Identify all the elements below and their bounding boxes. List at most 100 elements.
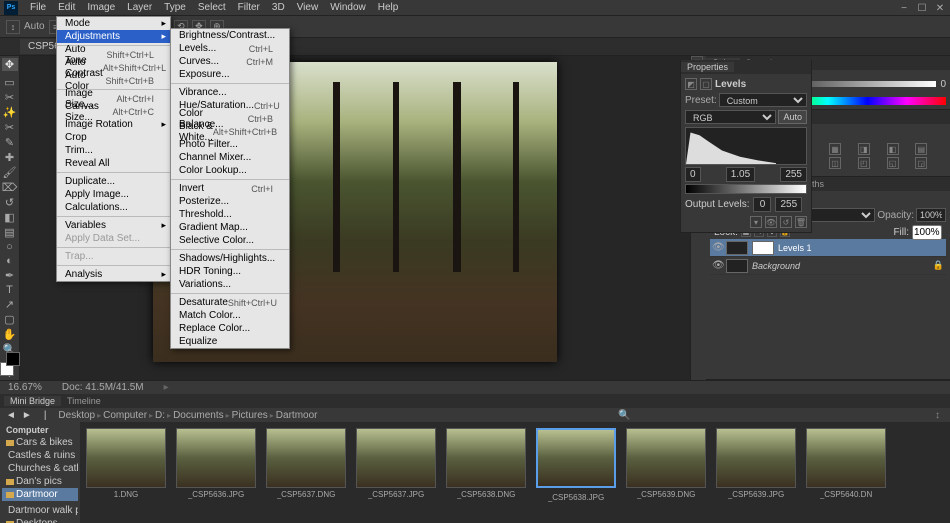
thumbnail-item[interactable]: _CSP5638.JPG xyxy=(536,428,616,517)
menu-item[interactable]: Adjustments xyxy=(57,30,170,43)
folder-item[interactable]: Desktops xyxy=(2,517,78,523)
submenu-item[interactable]: Selective Color... xyxy=(171,234,289,247)
submenu-item[interactable]: Gradient Map... xyxy=(171,221,289,234)
wand-tool-icon[interactable]: ✨ xyxy=(2,106,18,119)
auto-button[interactable]: Auto xyxy=(778,110,807,124)
menu-file[interactable]: File xyxy=(24,0,52,15)
zoom-level[interactable]: 16.67% xyxy=(8,382,42,393)
mask-icon[interactable]: ▢ xyxy=(700,78,712,90)
submenu-item[interactable]: Color Lookup... xyxy=(171,164,289,177)
menu-item[interactable]: Analysis xyxy=(57,268,170,281)
menu-item[interactable]: Calculations... xyxy=(57,201,170,214)
sort-icon[interactable]: ↕ xyxy=(935,410,940,421)
folder-item[interactable]: Dartmoor xyxy=(2,488,78,501)
submenu-item[interactable]: Match Color... xyxy=(171,309,289,322)
menu-item[interactable]: Auto ColorShift+Ctrl+B xyxy=(57,74,170,87)
folder-item[interactable]: Castles & ruins xyxy=(2,449,78,462)
nav-back-icon[interactable]: ◄ xyxy=(6,410,16,421)
menu-item[interactable]: Reveal All xyxy=(57,157,170,170)
dodge-tool-icon[interactable]: ◐ xyxy=(2,255,18,267)
menu-item[interactable]: Canvas Size...Alt+Ctrl+C xyxy=(57,105,170,118)
submenu-item[interactable]: Replace Color... xyxy=(171,322,289,335)
output-highlight[interactable]: 255 xyxy=(775,197,802,212)
channel-select[interactable]: RGB xyxy=(685,110,776,124)
crumb[interactable]: Desktop xyxy=(58,410,95,421)
input-mid[interactable]: 1.05 xyxy=(726,167,755,182)
crumb[interactable]: Documents xyxy=(173,410,224,421)
menu-filter[interactable]: Filter xyxy=(232,0,266,15)
clip-icon[interactable]: ▾ xyxy=(750,216,762,228)
menu-type[interactable]: Type xyxy=(158,0,192,15)
histogram[interactable] xyxy=(685,127,807,165)
submenu-item[interactable]: Curves...Ctrl+M xyxy=(171,55,289,68)
submenu-item[interactable]: Photo Filter... xyxy=(171,138,289,151)
heal-tool-icon[interactable]: ✚ xyxy=(2,151,18,164)
minimize-button[interactable]: − xyxy=(898,2,910,14)
shape-tool-icon[interactable]: ▢ xyxy=(2,313,18,326)
menu-item[interactable]: Apply Image... xyxy=(57,188,170,201)
menu-help[interactable]: Help xyxy=(372,0,405,15)
visibility-icon[interactable]: 👁 xyxy=(712,260,722,271)
history-tool-icon[interactable]: ↺ xyxy=(2,196,18,209)
search-icon[interactable]: 🔍 xyxy=(618,410,630,421)
menu-3d[interactable]: 3D xyxy=(266,0,291,15)
marquee-tool-icon[interactable]: ▭ xyxy=(2,76,18,89)
submenu-item[interactable]: Exposure... xyxy=(171,68,289,81)
input-shadow[interactable]: 0 xyxy=(685,167,701,182)
move-tool-icon[interactable]: ✥ xyxy=(2,58,18,71)
thumbnail-item[interactable]: _CSP5637.DNG xyxy=(266,428,346,517)
submenu-item[interactable]: DesaturateShift+Ctrl+U xyxy=(171,296,289,309)
tab-mini-bridge[interactable]: Mini Bridge xyxy=(4,396,61,406)
eraser-tool-icon[interactable]: ◧ xyxy=(2,211,18,224)
tab-properties[interactable]: Properties xyxy=(681,62,734,72)
blur-tool-icon[interactable]: ○ xyxy=(2,241,18,253)
menu-view[interactable]: View xyxy=(291,0,325,15)
crumb[interactable]: D: xyxy=(155,410,165,421)
adjustment-preset-icon[interactable]: ▤ xyxy=(915,143,927,155)
adjustment-preset-icon[interactable]: ◨ xyxy=(858,143,870,155)
crumb[interactable]: Dartmoor xyxy=(276,410,318,421)
menu-image[interactable]: Image xyxy=(81,0,121,15)
visibility-icon[interactable]: 👁 xyxy=(712,242,722,253)
path-tool-icon[interactable]: ↗ xyxy=(2,298,18,311)
delete-icon[interactable]: 🗑 xyxy=(795,216,807,228)
folder-item[interactable]: Cars & bikes xyxy=(2,436,78,449)
doc-info[interactable]: Doc: 41.5M/41.5M xyxy=(62,382,144,393)
tab-timeline[interactable]: Timeline xyxy=(61,396,107,406)
adjustment-preset-icon[interactable]: ◰ xyxy=(858,157,870,169)
menu-edit[interactable]: Edit xyxy=(52,0,81,15)
opacity-input[interactable] xyxy=(916,208,946,222)
submenu-item[interactable]: Vibrance... xyxy=(171,86,289,99)
adjustment-preset-icon[interactable]: ◧ xyxy=(887,143,899,155)
adjustment-preset-icon[interactable]: ◱ xyxy=(887,157,899,169)
submenu-item[interactable]: Posterize... xyxy=(171,195,289,208)
restore-button[interactable]: ☐ xyxy=(916,2,928,14)
submenu-item[interactable]: Threshold... xyxy=(171,208,289,221)
submenu-item[interactable]: Levels...Ctrl+L xyxy=(171,42,289,55)
brush-tool-icon[interactable]: 🖌 xyxy=(2,166,18,179)
folder-item[interactable]: Dartmoor walk pics xyxy=(2,504,78,517)
adjustment-preset-icon[interactable]: ◲ xyxy=(915,157,927,169)
color-swatch[interactable] xyxy=(0,362,20,366)
menu-item[interactable]: Duplicate... xyxy=(57,175,170,188)
output-gradient[interactable] xyxy=(685,184,807,194)
lasso-tool-icon[interactable]: ✂ xyxy=(2,91,18,104)
submenu-item[interactable]: InvertCtrl+I xyxy=(171,182,289,195)
layer-row[interactable]: 👁Levels 1 xyxy=(710,239,946,257)
submenu-item[interactable]: HDR Toning... xyxy=(171,265,289,278)
fill-input[interactable] xyxy=(912,225,942,240)
menu-item[interactable]: Image Rotation xyxy=(57,118,170,131)
close-button[interactable]: ✕ xyxy=(934,2,946,14)
submenu-item[interactable]: Black & White...Alt+Shift+Ctrl+B xyxy=(171,125,289,138)
folder-item[interactable]: Churches & cathed xyxy=(2,462,78,475)
adjustment-preset-icon[interactable]: ◫ xyxy=(829,157,841,169)
submenu-item[interactable]: Channel Mixer... xyxy=(171,151,289,164)
thumbnail-item[interactable]: _CSP5640.DN xyxy=(806,428,886,517)
menu-layer[interactable]: Layer xyxy=(121,0,158,15)
menu-item[interactable]: Trim... xyxy=(57,144,170,157)
pen-tool-icon[interactable]: ✒ xyxy=(2,269,18,282)
type-tool-icon[interactable]: T xyxy=(2,284,18,296)
thumbnail-item[interactable]: _CSP5639.DNG xyxy=(626,428,706,517)
eyedropper-tool-icon[interactable]: ✎ xyxy=(2,136,18,149)
view-icon[interactable]: 👁 xyxy=(765,216,777,228)
